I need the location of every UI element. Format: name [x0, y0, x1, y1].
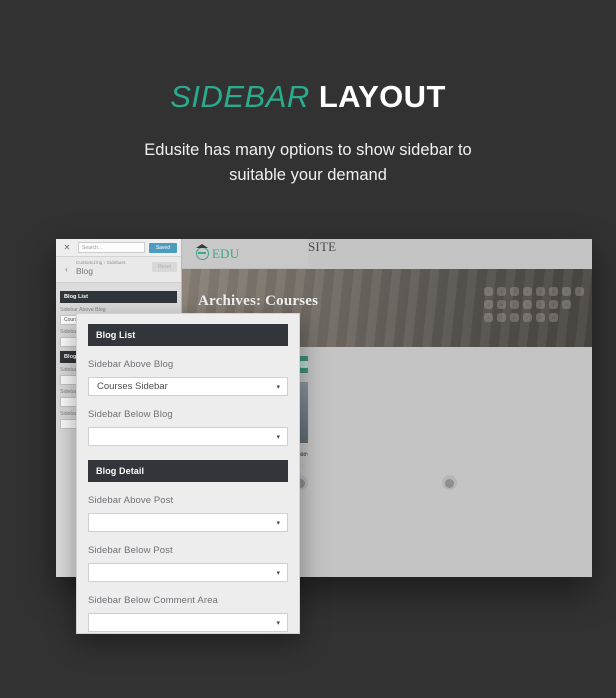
key: E — [510, 300, 519, 309]
chevron-down-icon: ▾ — [276, 519, 280, 527]
popup-label-sidebar-above-post: Sidebar Above Post — [88, 495, 174, 506]
popup-label-sidebar-below-comment-area: Sidebar Below Comment Area — [88, 595, 218, 606]
key: 1 — [484, 287, 493, 296]
customizer-header: ‹ Customizing › Sidebars Blog Reset — [56, 257, 181, 283]
close-icon[interactable]: ✕ — [60, 241, 74, 255]
key: D — [510, 313, 519, 322]
popup-label-sidebar-below-post: Sidebar Below Post — [88, 545, 173, 556]
key: 4 — [523, 287, 532, 296]
graduation-cap-icon — [196, 244, 208, 248]
key: U — [562, 300, 571, 309]
chevron-down-icon: ▾ — [276, 433, 280, 441]
avatar — [442, 475, 457, 490]
page-subtitle: Edusite has many options to show sidebar… — [0, 138, 616, 188]
popup-group-blog-list: Blog List — [88, 324, 288, 346]
key: Y — [549, 300, 558, 309]
popup-select-sidebar-below-post[interactable]: ▾ — [88, 563, 288, 582]
page-title-accent: SIDEBAR — [170, 79, 310, 114]
key-row: ASDFGH — [484, 313, 584, 322]
back-chevron-icon[interactable]: ‹ — [60, 260, 73, 274]
customizer-search-input[interactable]: Search... — [78, 242, 145, 253]
promo-header: SIDEBAR LAYOUT Edusite has many options … — [0, 0, 616, 188]
key: 6 — [549, 287, 558, 296]
popup-select-sidebar-below-comment-area[interactable]: ▾ — [88, 613, 288, 632]
section-title: Blog — [76, 266, 94, 276]
popup-select-sidebar-above-post[interactable]: ▾ — [88, 513, 288, 532]
grid-view-icon[interactable] — [300, 361, 308, 368]
select-value: Courses Sidebar — [97, 381, 168, 392]
customizer-topbar: ✕ Search... Saved — [56, 239, 181, 257]
key: A — [484, 313, 493, 322]
chevron-down-icon: ▾ — [276, 383, 280, 391]
key: T — [536, 300, 545, 309]
page-title: SIDEBAR LAYOUT — [0, 78, 616, 116]
sidebar-settings-popup: Blog List Sidebar Above Blog Courses Sid… — [76, 313, 300, 634]
reset-button[interactable]: Reset — [151, 262, 177, 272]
key: R — [523, 300, 532, 309]
key: Q — [484, 300, 493, 309]
popup-label-sidebar-below-blog: Sidebar Below Blog — [88, 409, 173, 420]
key: 8 — [575, 287, 584, 296]
popup-select-sidebar-above-blog[interactable]: Courses Sidebar ▾ — [88, 377, 288, 396]
logo-text-edu: EDU — [212, 245, 240, 261]
site-logo[interactable]: EDU SITE — [196, 239, 592, 577]
key: S — [497, 313, 506, 322]
key: 7 — [562, 287, 571, 296]
logo-text: EDU SITE — [212, 239, 592, 577]
hero-title: Archives: Courses — [198, 293, 319, 309]
customizer-title-block: Customizing › Sidebars Blog — [73, 260, 152, 276]
key: 2 — [497, 287, 506, 296]
key-row: 12345678 — [484, 287, 584, 296]
customizer-group-blog-list: Blog List — [60, 291, 177, 303]
page-subtitle-line-2: suitable your demand — [229, 166, 387, 184]
key: G — [536, 313, 545, 322]
key: F — [523, 313, 532, 322]
key: 5 — [536, 287, 545, 296]
popup-group-blog-detail: Blog Detail — [88, 460, 288, 482]
site-navbar: EDUSITE Home⌄ Features Courses⌄ Pages⌄ E… — [182, 239, 592, 577]
key: 3 — [510, 287, 519, 296]
edusite-logo-icon — [196, 244, 209, 260]
chevron-down-icon: ▾ — [276, 569, 280, 577]
key: H — [549, 313, 558, 322]
breadcrumb: Customizing › Sidebars — [76, 260, 126, 265]
chevron-down-icon: ▾ — [276, 619, 280, 627]
page-subtitle-line-1: Edusite has many options to show sidebar… — [144, 141, 472, 159]
saved-button[interactable]: Saved — [148, 242, 177, 253]
typewriter-keys-decoration: 12345678 QWERTYU ASDFGH — [484, 287, 584, 326]
page-title-main: LAYOUT — [318, 79, 446, 114]
popup-select-sidebar-below-blog[interactable]: ▾ — [88, 427, 288, 446]
key-row: QWERTYU — [484, 300, 584, 309]
popup-label-sidebar-above-blog: Sidebar Above Blog — [88, 359, 174, 370]
key: W — [497, 300, 506, 309]
